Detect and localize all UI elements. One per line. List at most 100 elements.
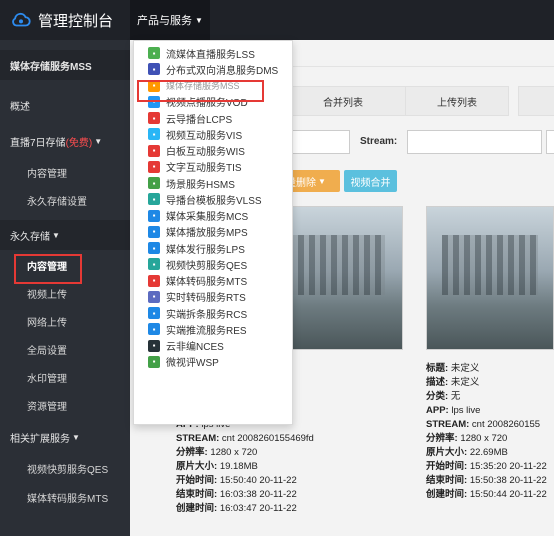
- resolution-value: 1280 x 720: [210, 447, 258, 458]
- size-label: 原片大小:: [176, 461, 218, 472]
- dropdown-item[interactable]: ▪ 实端推流服务RES: [134, 321, 292, 337]
- category-label: 分类:: [426, 391, 449, 402]
- sidebar: 媒体存储服务MSS 概述 直播7日存储 (免费) ▼ 内容管理 永久存储设置 永…: [0, 40, 130, 536]
- size-label: 原片大小:: [426, 447, 468, 458]
- sidebar-item-label: 网络上传: [27, 317, 67, 329]
- sidebar-item-label: 内容管理: [27, 168, 67, 180]
- dropdown-item[interactable]: ▪ 实端拆条服务RCS: [134, 305, 292, 321]
- dropdown-item-label: 微视评WSP: [166, 358, 219, 370]
- card1-stream: STREAM: cnt 2008260155469fd: [176, 432, 314, 446]
- sidebar-item-qes[interactable]: 视频快剪服务QES: [0, 454, 130, 482]
- dropdown-item[interactable]: ▪ 文字互动服务TIS: [134, 159, 292, 175]
- resolution-value: 1280 x 720: [460, 433, 508, 444]
- dropdown-item[interactable]: ▪ 视频快剪服务QES: [134, 256, 292, 272]
- stream-input[interactable]: [407, 130, 542, 154]
- stream-field-label: STREAM:: [176, 433, 220, 444]
- products-services-menu[interactable]: 产品与服务 ▼: [130, 0, 210, 40]
- dropdown-item-label: 实时转码服务RTS: [166, 293, 246, 305]
- console-logo[interactable]: 管理控制台: [10, 8, 122, 32]
- dropdown-item[interactable]: ▪ 分布式双向消息服务DMS: [134, 61, 292, 77]
- card1-start: 开始时间: 15:50:40 20-11-22: [176, 474, 314, 488]
- dropdown-item[interactable]: ▪ 流媒体直播服务LSS: [134, 45, 292, 61]
- tab-merge-list[interactable]: 合并列表: [278, 86, 408, 116]
- sidebar-item-label: 直播7日存储: [10, 137, 66, 149]
- video-merge-button[interactable]: 视频合并: [344, 170, 397, 192]
- sidebar-item-label: 媒体转码服务MTS: [27, 493, 109, 505]
- dropdown-item-label: 媒体发行服务LPS: [166, 244, 245, 256]
- dropdown-item[interactable]: ▪ 白板互动服务WIS: [134, 143, 292, 159]
- resolution-label: 分辨率:: [426, 433, 458, 444]
- card1-created: 创建时间: 16:03:47 20-11-22: [176, 502, 314, 516]
- sidebar-item-label: 资源管理: [27, 401, 67, 413]
- live-icon: ▪: [148, 47, 160, 60]
- card2-created: 创建时间: 15:50:44 20-11-22: [426, 488, 547, 502]
- title-value: 未定义: [450, 363, 480, 374]
- free-badge: (免费): [65, 137, 93, 149]
- tab-label: 上传列表: [437, 97, 477, 109]
- sidebar-item-extended-services[interactable]: 相关扩展服务 ▼: [0, 423, 130, 451]
- sidebar-item-content-management-live[interactable]: 内容管理: [0, 158, 130, 186]
- app-value: lps live: [451, 405, 481, 416]
- sidebar-item-label: 视频快剪服务QES: [27, 464, 109, 476]
- created-time-value: 16:03:47 20-11-22: [219, 503, 297, 514]
- clip-icon: ▪: [148, 258, 160, 271]
- dropdown-item-label: 文字互动服务TIS: [166, 163, 242, 175]
- edit-icon: ▪: [148, 339, 160, 352]
- title-label: 标题:: [426, 363, 449, 374]
- sidebar-item-network-upload[interactable]: 网络上传: [0, 307, 130, 335]
- card2-end: 结束时间: 15:50:38 20-11-22: [426, 474, 547, 488]
- dropdown-item[interactable]: ▪ 媒体采集服务MCS: [134, 208, 292, 224]
- sidebar-item-permanent-storage-settings[interactable]: 永久存储设置: [0, 186, 130, 214]
- dropdown-item-label: 场景服务HSMS: [166, 179, 235, 191]
- card2-metadata: 标题: 未定义 描述: 未定义 分类: 无 APP: lps live STRE…: [426, 362, 547, 502]
- card2-desc: 描述: 未定义: [426, 376, 547, 390]
- play-icon: ▪: [148, 225, 160, 238]
- dropdown-item-label: 视频互动服务VIS: [166, 130, 243, 142]
- dropdown-item[interactable]: ▪ 媒体发行服务LPS: [134, 240, 292, 256]
- tab-upload-list[interactable]: 上传列表: [405, 86, 509, 116]
- sidebar-item-label: 视频上传: [27, 289, 67, 301]
- dropdown-item[interactable]: ▪ 实时转码服务RTS: [134, 289, 292, 305]
- dropdown-item[interactable]: ▪ 云导播台LCPS: [134, 110, 292, 126]
- dropdown-item-label: 媒体采集服务MCS: [166, 212, 249, 224]
- sidebar-item-overview[interactable]: 概述: [0, 91, 130, 119]
- end-time-value: 15:50:38 20-11-22: [469, 475, 547, 486]
- chevron-down-icon: ▼: [94, 136, 103, 146]
- dropdown-item-label: 实端推流服务RES: [166, 325, 247, 337]
- dropdown-item[interactable]: ▪ 导播台模板服务VLSS: [134, 191, 292, 207]
- dropdown-item[interactable]: ▪ 微视评WSP: [134, 354, 292, 370]
- start-time-value: 15:35:20 20-11-22: [469, 461, 547, 472]
- sidebar-item-resource-management[interactable]: 资源管理: [0, 391, 130, 419]
- sidebar-item-permanent-storage[interactable]: 永久存储 ▼: [0, 220, 130, 250]
- filter-input-left[interactable]: [290, 130, 350, 154]
- created-time-value: 15:50:44 20-11-22: [469, 489, 547, 500]
- desc-value: 未定义: [450, 377, 480, 388]
- dropdown-item[interactable]: ▪ 场景服务HSMS: [134, 175, 292, 191]
- tab-more[interactable]: [518, 86, 554, 116]
- sidebar-item-live-7day-storage[interactable]: 直播7日存储 (免费) ▼: [0, 127, 130, 155]
- video-thumbnail-2[interactable]: [426, 206, 554, 350]
- dropdown-item[interactable]: ▪ 媒体播放服务MPS: [134, 224, 292, 240]
- dropdown-item-label: 白板互动服务WIS: [166, 147, 245, 159]
- sidebar-item-watermark-management[interactable]: 水印管理: [0, 363, 130, 391]
- size-value: 19.18MB: [219, 461, 258, 472]
- card2-size: 原片大小: 22.69MB: [426, 446, 547, 460]
- sidebar-item-label: 永久存储: [10, 231, 50, 243]
- date-input[interactable]: [546, 130, 554, 154]
- scene-icon: ▪: [148, 177, 160, 190]
- resolution-label: 分辨率:: [176, 447, 208, 458]
- sidebar-item-mts[interactable]: 媒体转码服务MTS: [0, 483, 130, 511]
- created-time-label: 创建时间:: [426, 489, 468, 500]
- dropdown-item[interactable]: ▪ 媒体转码服务MTS: [134, 273, 292, 289]
- sidebar-item-global-settings[interactable]: 全局设置: [0, 335, 130, 363]
- dropdown-item[interactable]: ▪ 视频互动服务VIS: [134, 126, 292, 142]
- chevron-down-icon: ▼: [195, 15, 203, 25]
- dropdown-item[interactable]: ▪ 云非编NCES: [134, 338, 292, 354]
- stream-value: cnt 2008260155469fd: [221, 433, 314, 444]
- app-label: APP:: [426, 405, 449, 416]
- brand-name: 管理控制台: [38, 12, 114, 30]
- dropdown-item-label: 视频快剪服务QES: [166, 260, 248, 272]
- category-value: 无: [450, 391, 461, 402]
- text-icon: ▪: [148, 160, 160, 173]
- whiteboard-icon: ▪: [148, 144, 160, 157]
